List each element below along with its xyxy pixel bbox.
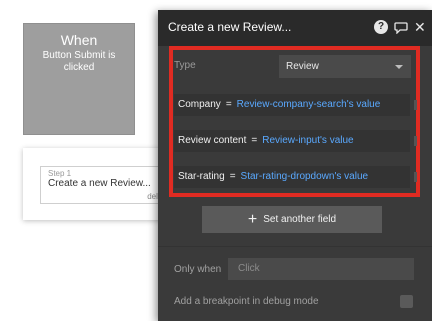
type-label: Type [174, 60, 196, 71]
event-card[interactable]: When Button Submit is clicked [23, 23, 135, 135]
only-when-label: Only when [174, 264, 222, 275]
event-title: When [60, 32, 98, 48]
panel-title: Create a new Review... [168, 20, 292, 34]
step-card[interactable]: Step 1 Create a new Review... delete [40, 166, 176, 204]
event-description: Button Submit is clicked [42, 50, 116, 73]
plus-icon: + [247, 211, 258, 228]
field-name: Review content [178, 135, 247, 146]
divider [158, 246, 432, 247]
action-editor-panel: Create a new Review... ? ✕ Type Review C… [158, 10, 432, 321]
chevron-down-icon [395, 65, 403, 69]
field-row-review-content[interactable]: Review content = Review-input's value [174, 130, 410, 152]
set-another-field-button[interactable]: + Set another field [202, 206, 382, 233]
step-pointer [71, 141, 85, 148]
field-row-company[interactable]: Company = Review-company-search's value [174, 94, 410, 116]
field-equals: = [251, 135, 258, 146]
row-handle [414, 100, 417, 110]
step-action: Create a new Review... [48, 178, 151, 189]
field-row-star-rating[interactable]: Star-rating = Star-rating-dropdown's value [174, 166, 410, 188]
field-name: Star-rating [178, 171, 225, 182]
only-when-input[interactable]: Click [228, 258, 414, 280]
step-container: Step 1 Create a new Review... delete [23, 148, 176, 220]
row-handle [414, 172, 417, 182]
type-dropdown[interactable]: Review [279, 55, 411, 78]
field-expression[interactable]: Star-rating-dropdown's value [241, 171, 369, 182]
help-icon[interactable]: ? [374, 20, 388, 34]
breakpoint-label: Add a breakpoint in debug mode [174, 296, 319, 307]
breakpoint-checkbox[interactable] [400, 295, 413, 308]
type-dropdown-value: Review [286, 61, 319, 72]
field-equals: = [229, 171, 236, 182]
field-name: Company [178, 99, 221, 110]
comment-icon[interactable] [394, 20, 408, 35]
field-expression[interactable]: Review-input's value [262, 135, 353, 146]
step-label: Step 1 [48, 169, 72, 178]
set-another-field-label: Set another field [263, 214, 337, 225]
field-equals: = [225, 99, 232, 110]
field-expression[interactable]: Review-company-search's value [237, 99, 381, 110]
close-icon[interactable]: ✕ [414, 20, 428, 34]
row-handle [414, 136, 417, 146]
panel-header: Create a new Review... ? ✕ [158, 10, 432, 46]
